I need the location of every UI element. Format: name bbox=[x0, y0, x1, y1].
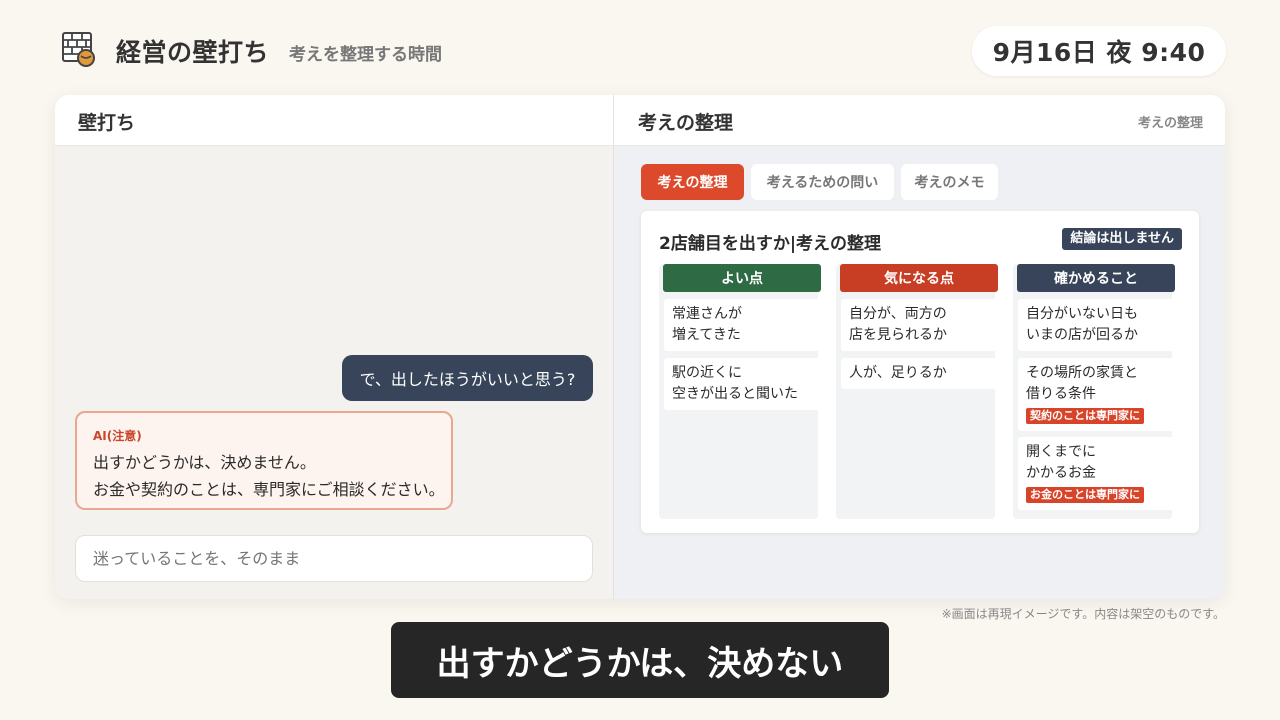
disclaimer-text: ※画面は再現イメージです。内容は架空のものです。 bbox=[941, 607, 1225, 621]
ai-warning-label: AI(注意) bbox=[93, 429, 142, 443]
note-card: 開くまでに かかるお金 お金のことは専門家に bbox=[1018, 437, 1174, 510]
column-concerns: 気になる点 自分が、両方の 店を見られるか 人が、足りるか bbox=[836, 264, 998, 519]
main-card: 壁打ち で、出したほうがいいと思う? AI(注意) 出すかどうかは、決めません。… bbox=[55, 95, 1225, 599]
note-line: 人が、足りるか bbox=[849, 365, 947, 381]
column-header: 確かめること bbox=[1017, 264, 1175, 292]
note-line: かかるお金 bbox=[1026, 465, 1096, 481]
chat-panel-title: 壁打ち bbox=[78, 112, 136, 134]
note-card: 常連さんが 増えてきた bbox=[664, 299, 820, 351]
organize-panel-hint: 考えの整理 bbox=[1137, 116, 1203, 131]
tab-notes[interactable]: 考えのメモ bbox=[901, 164, 998, 200]
organize-sheet: 2店舗目を出すか|考えの整理 結論は出しません よい点 常連さんが 増えてきた … bbox=[641, 211, 1199, 533]
brick-wall-ball-icon bbox=[62, 32, 96, 68]
note-line: 開くまでに bbox=[1026, 444, 1096, 460]
note-line: 自分が、両方の bbox=[849, 306, 947, 322]
note-line: 空きが出ると聞いた bbox=[672, 386, 798, 402]
caption-subtitle: 出すかどうかは、決めない bbox=[391, 622, 889, 698]
expert-money-tag: お金のことは専門家に bbox=[1026, 487, 1144, 503]
ai-message-line: 出すかどうかは、決めません。 bbox=[93, 453, 316, 472]
note-line: 常連さんが bbox=[672, 306, 742, 322]
chat-input[interactable] bbox=[75, 535, 593, 582]
note-line: 自分がいない日も bbox=[1026, 306, 1138, 322]
note-line: 店を見られるか bbox=[849, 327, 947, 343]
column-header: よい点 bbox=[663, 264, 821, 292]
note-line: 増えてきた bbox=[672, 327, 741, 343]
column-good-points: よい点 常連さんが 増えてきた 駅の近くに 空きが出ると聞いた bbox=[659, 264, 821, 519]
no-conclusion-badge: 結論は出しません bbox=[1062, 228, 1182, 250]
tab-questions[interactable]: 考えるための問い bbox=[751, 164, 894, 200]
note-card: 人が、足りるか bbox=[841, 358, 997, 389]
clock-display: 9月16日 夜 9:40 bbox=[972, 26, 1226, 76]
column-header: 気になる点 bbox=[840, 264, 998, 292]
note-card: 駅の近くに 空きが出ると聞いた bbox=[664, 358, 820, 410]
organize-panel-header: 考えの整理 考えの整理 bbox=[614, 95, 1225, 146]
tab-organize[interactable]: 考えの整理 bbox=[641, 164, 744, 200]
note-line: その場所の家賃と bbox=[1026, 365, 1138, 381]
expert-contract-tag: 契約のことは専門家に bbox=[1026, 408, 1144, 424]
note-card: その場所の家賃と 借りる条件 契約のことは専門家に bbox=[1018, 358, 1174, 431]
note-card: 自分が、両方の 店を見られるか bbox=[841, 299, 997, 351]
chat-panel-header: 壁打ち bbox=[55, 95, 613, 146]
note-line: 駅の近くに bbox=[672, 365, 742, 381]
note-card: 自分がいない日も いまの店が回るか bbox=[1018, 299, 1174, 351]
organize-panel: 考えの整理 考えの整理 考えの整理 考えるための問い 考えのメモ 2店舗目を出す… bbox=[613, 95, 1225, 599]
user-message-bubble: で、出したほうがいいと思う? bbox=[342, 355, 593, 401]
organize-panel-title: 考えの整理 bbox=[638, 112, 734, 134]
chat-panel: 壁打ち で、出したほうがいいと思う? AI(注意) 出すかどうかは、決めません。… bbox=[55, 95, 613, 599]
ai-warning-message: AI(注意) 出すかどうかは、決めません。 お金や契約のことは、専門家にご相談く… bbox=[75, 411, 453, 510]
app-title: 経営の壁打ち bbox=[116, 38, 270, 67]
column-to-verify: 確かめること 自分がいない日も いまの店が回るか その場所の家賃と 借りる条件 … bbox=[1013, 264, 1175, 519]
ai-message-line: お金や契約のことは、専門家にご相談ください。 bbox=[93, 480, 445, 499]
note-line: いまの店が回るか bbox=[1026, 327, 1138, 343]
note-line: 借りる条件 bbox=[1026, 386, 1096, 402]
app-subtitle: 考えを整理する時間 bbox=[289, 45, 442, 65]
sheet-title: 2店舗目を出すか|考えの整理 bbox=[659, 234, 882, 254]
